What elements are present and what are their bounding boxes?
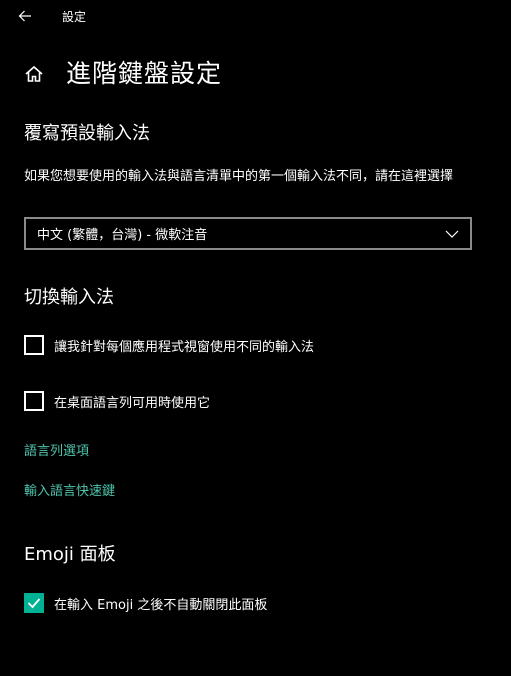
page-header: 進階鍵盤設定: [22, 54, 222, 94]
page-title: 進階鍵盤設定: [66, 59, 223, 88]
default-input-method-dropdown[interactable]: 中文 (繁體，台灣) - 微軟注音: [24, 217, 472, 250]
checkmark-icon: [27, 598, 41, 609]
override-section-title: 覆寫預設輸入法: [24, 123, 150, 144]
back-arrow-icon: [18, 10, 31, 22]
title-bar: 設定: [0, 0, 511, 32]
settings-page: 設定 進階鍵盤設定 覆寫預設輸入法 如果您想要使用的輸入法與語言清單中的第一個輸…: [0, 0, 511, 676]
per-app-input-method-label: 讓我針對每個應用程式視窗使用不同的輸入法: [54, 339, 315, 355]
per-app-input-method-checkbox[interactable]: [24, 335, 44, 355]
emoji-panel-keep-open-checkbox-row[interactable]: 在輸入 Emoji 之後不自動關閉此面板: [24, 592, 267, 614]
desktop-language-bar-checkbox-row[interactable]: 在桌面語言列可用時使用它: [24, 390, 210, 412]
desktop-language-bar-checkbox[interactable]: [24, 391, 44, 411]
emoji-section-title: Emoji 面板: [24, 544, 116, 565]
emoji-panel-keep-open-checkbox[interactable]: [24, 593, 44, 613]
input-language-hotkeys-link[interactable]: 輸入語言快速鍵: [24, 483, 115, 501]
per-app-input-method-checkbox-row[interactable]: 讓我針對每個應用程式視窗使用不同的輸入法: [24, 334, 314, 356]
switch-section-title: 切換輸入法: [24, 287, 114, 308]
dropdown-selected-value: 中文 (繁體，台灣) - 微軟注音: [37, 228, 208, 243]
language-bar-options-link[interactable]: 語言列選項: [24, 443, 89, 461]
app-title: 設定: [62, 10, 87, 24]
emoji-panel-keep-open-label: 在輸入 Emoji 之後不自動關閉此面板: [54, 597, 268, 613]
desktop-language-bar-label: 在桌面語言列可用時使用它: [54, 395, 211, 411]
back-button[interactable]: [10, 2, 40, 30]
chevron-down-icon: [442, 224, 462, 244]
home-icon[interactable]: [22, 62, 46, 86]
override-description: 如果您想要使用的輸入法與語言清單中的第一個輸入法不同，請在這裡選擇: [24, 169, 454, 184]
